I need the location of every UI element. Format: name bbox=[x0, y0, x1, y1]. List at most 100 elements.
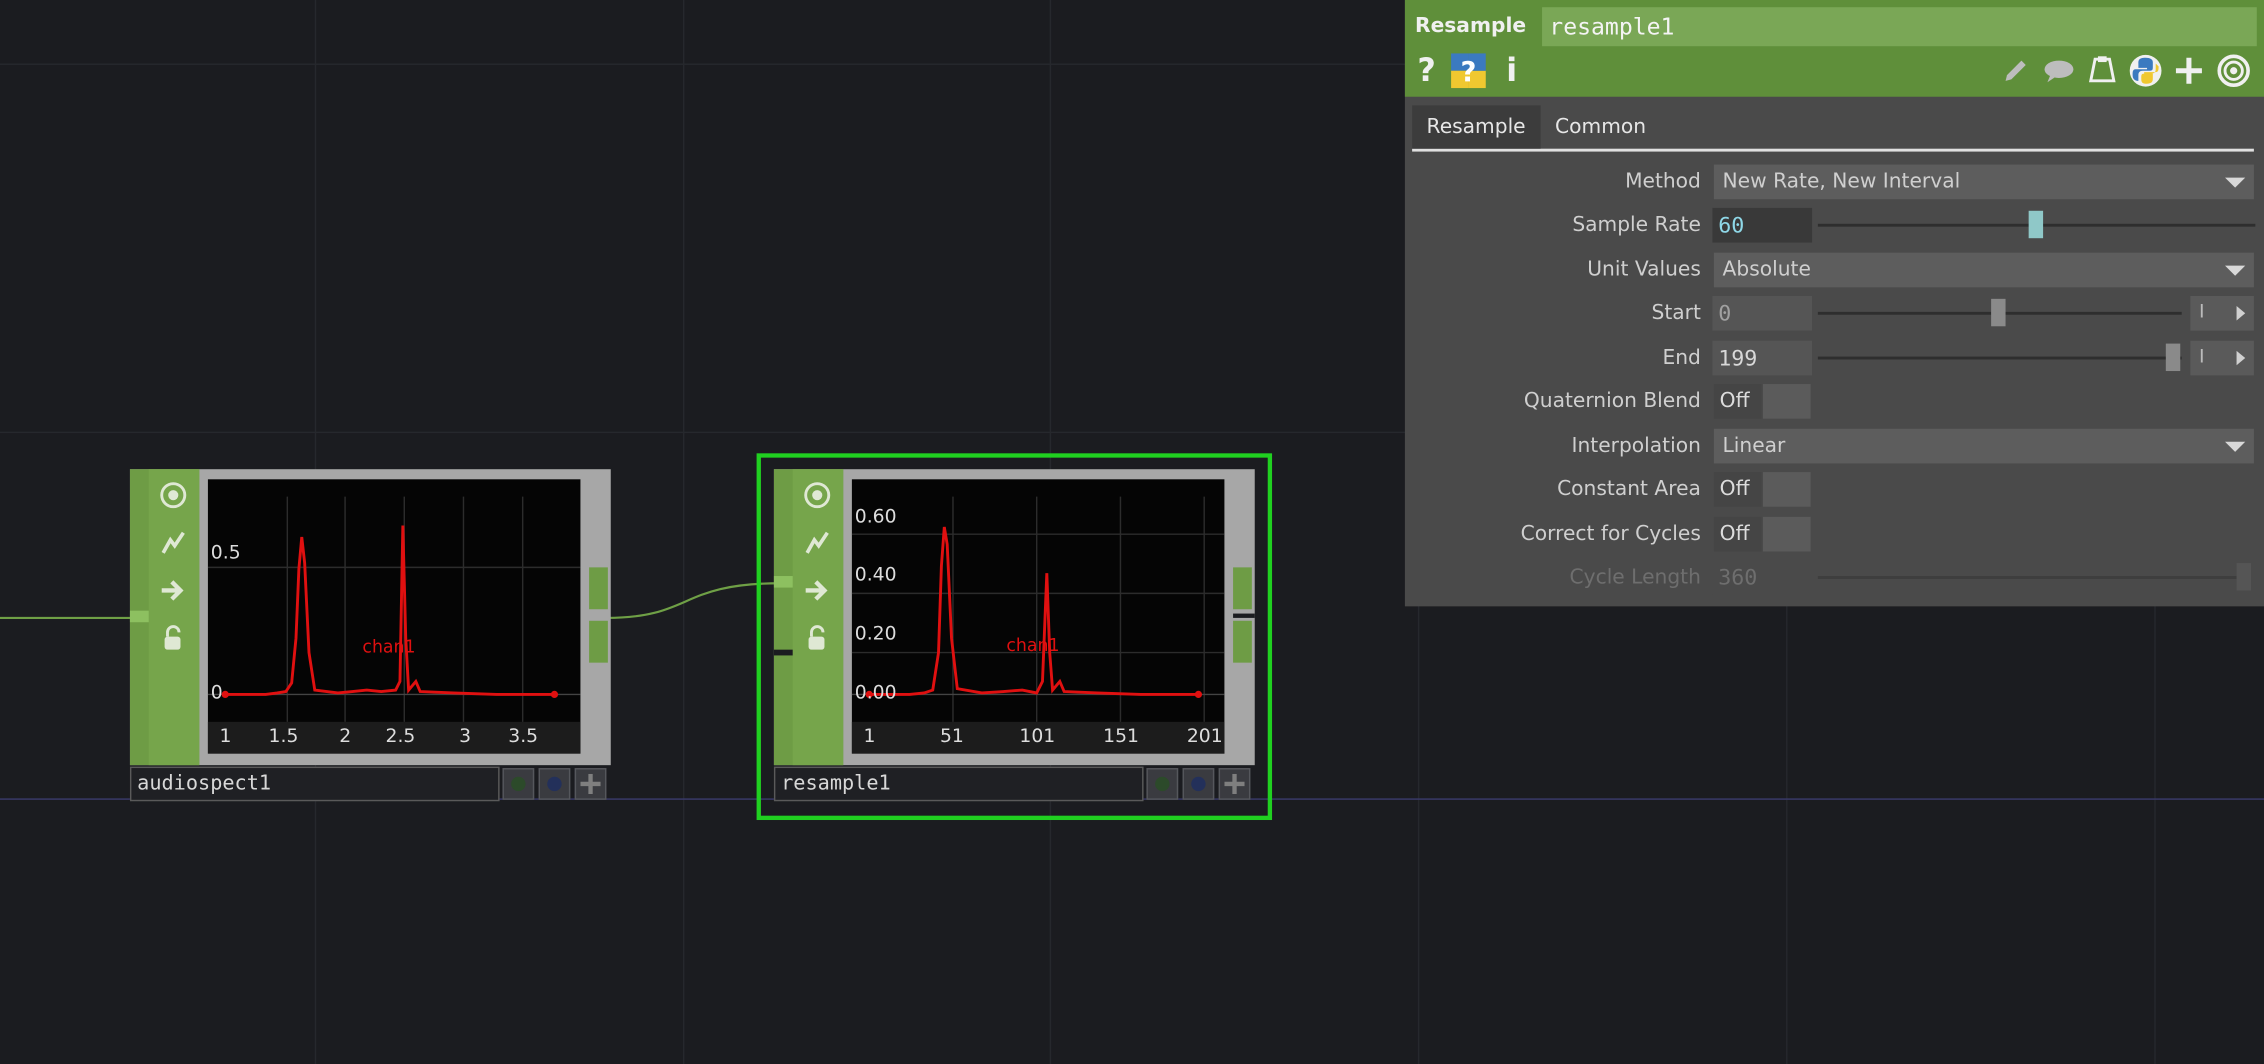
sample-rate-slider-handle[interactable] bbox=[2028, 210, 2044, 239]
param-label: Sample Rate bbox=[1572, 213, 1701, 237]
channel-label: chan1 bbox=[1006, 635, 1060, 656]
end-slider-track[interactable] bbox=[1817, 356, 2182, 360]
viewer-icon[interactable] bbox=[2215, 52, 2253, 90]
viewer-toggle-icon[interactable] bbox=[149, 472, 197, 517]
param-correct-for-cycles: Correct for Cycles Off bbox=[1405, 515, 2264, 553]
display-flag-icon[interactable] bbox=[1182, 768, 1215, 800]
cook-flag-icon[interactable] bbox=[1146, 768, 1179, 800]
output-connector[interactable] bbox=[1233, 620, 1252, 663]
x-tick-label: 3.5 bbox=[508, 726, 539, 748]
viewer-toggle-icon[interactable] bbox=[793, 472, 841, 517]
unit-label: I bbox=[2199, 301, 2205, 324]
python-help-icon[interactable]: ? bbox=[1450, 52, 1488, 90]
operator-node-audiospect1[interactable]: 0.5 0 chan1 1 1.5 2 2.5 3 3.5 audiospect… bbox=[129, 469, 612, 804]
y-tick-label: 0.40 bbox=[854, 564, 897, 587]
x-tick-label: 2.5 bbox=[385, 726, 416, 748]
param-start: Start 0 I bbox=[1405, 295, 2264, 333]
end-slider-handle[interactable] bbox=[2165, 343, 2181, 372]
bypass-icon[interactable] bbox=[149, 567, 197, 612]
parameter-panel: Resample resample1 ? ? i Resample Common… bbox=[1404, 0, 2264, 607]
cycle-length-slider-track bbox=[1817, 576, 2237, 579]
param-label: Unit Values bbox=[1587, 258, 1701, 282]
end-unit-menu[interactable]: I bbox=[2190, 340, 2254, 376]
plus-icon[interactable] bbox=[2170, 52, 2208, 90]
constant-area-switch[interactable] bbox=[1762, 472, 1811, 507]
bypass-icon[interactable] bbox=[793, 567, 841, 612]
constant-area-toggle[interactable]: Off bbox=[1713, 472, 1762, 507]
cycle-length-field: 360 bbox=[1712, 560, 1813, 595]
export-icon[interactable] bbox=[149, 520, 197, 565]
param-label: Method bbox=[1625, 170, 1701, 194]
param-method: Method New Rate, New Interval bbox=[1405, 163, 2264, 201]
x-tick-label: 1 bbox=[863, 726, 876, 748]
quaternion-blend-toggle[interactable]: Off bbox=[1713, 384, 1762, 419]
x-tick-label: 2 bbox=[339, 726, 352, 748]
chevron-down-icon bbox=[2225, 265, 2246, 276]
interpolation-dropdown[interactable]: Linear bbox=[1713, 428, 2254, 464]
operator-node-resample1[interactable]: 0.60 0.40 0.20 0.00 chan1 1 51 101 151 2… bbox=[773, 469, 1256, 804]
start-slider-handle[interactable] bbox=[1991, 298, 2006, 327]
quaternion-blend-switch[interactable] bbox=[1762, 384, 1811, 419]
lock-icon[interactable] bbox=[149, 615, 197, 660]
tab-resample[interactable]: Resample bbox=[1412, 105, 1541, 149]
node-name-label[interactable]: audiospect1 bbox=[129, 766, 500, 802]
y-tick-label: 0.5 bbox=[210, 542, 241, 565]
sample-rate-field[interactable]: 60 bbox=[1712, 207, 1813, 243]
channel-viewer: 0.5 0 chan1 1 1.5 2 2.5 3 3.5 bbox=[207, 479, 581, 754]
export-icon[interactable] bbox=[793, 520, 841, 565]
cook-flag-icon[interactable] bbox=[502, 768, 535, 800]
operator-name-field[interactable]: resample1 bbox=[1542, 7, 2257, 47]
render-flag-icon[interactable] bbox=[574, 768, 607, 800]
input-bracket bbox=[773, 649, 795, 656]
output-bracket bbox=[1233, 613, 1255, 618]
chevron-right-icon bbox=[2236, 306, 2246, 321]
output-connector[interactable] bbox=[589, 567, 608, 610]
tab-common[interactable]: Common bbox=[1541, 105, 1661, 148]
panel-header: Resample resample1 ? ? i bbox=[1404, 0, 2264, 97]
y-tick-label: 0 bbox=[210, 682, 223, 705]
input-connector[interactable] bbox=[773, 576, 795, 588]
clipboard-icon[interactable] bbox=[2084, 52, 2122, 90]
help-icon[interactable]: ? bbox=[1408, 52, 1446, 90]
unit-values-dropdown[interactable]: Absolute bbox=[1713, 252, 2254, 288]
display-flag-icon[interactable] bbox=[538, 768, 571, 800]
output-connector[interactable] bbox=[1233, 567, 1252, 610]
param-unit-values: Unit Values Absolute bbox=[1405, 251, 2264, 289]
dropdown-value: Linear bbox=[1722, 434, 1786, 458]
x-tick-label: 3 bbox=[459, 726, 472, 748]
correct-for-cycles-switch[interactable] bbox=[1762, 516, 1811, 552]
correct-for-cycles-toggle[interactable]: Off bbox=[1713, 516, 1762, 552]
method-dropdown[interactable]: New Rate, New Interval bbox=[1713, 164, 2254, 200]
python-icon[interactable] bbox=[2127, 52, 2165, 90]
unit-label: I bbox=[2199, 346, 2205, 369]
comment-icon[interactable] bbox=[2040, 52, 2078, 90]
x-axis-labels: 1 51 101 151 201 bbox=[851, 721, 1225, 754]
connection-wire[interactable] bbox=[606, 582, 780, 619]
pencil-icon[interactable] bbox=[1997, 52, 2035, 90]
start-unit-menu[interactable]: I bbox=[2190, 295, 2254, 331]
param-constant-area: Constant Area Off bbox=[1405, 471, 2264, 509]
channel-viewer: 0.60 0.40 0.20 0.00 chan1 1 51 101 151 2… bbox=[851, 479, 1225, 754]
lock-icon[interactable] bbox=[793, 615, 841, 660]
param-sample-rate: Sample Rate 60 bbox=[1405, 206, 2264, 244]
y-tick-label: 0.00 bbox=[854, 682, 897, 705]
param-quaternion-blend: Quaternion Blend Off bbox=[1405, 383, 2264, 421]
cycle-length-slider-handle bbox=[2236, 563, 2252, 591]
parameter-tabs: Resample Common bbox=[1412, 105, 2254, 152]
chevron-down-icon bbox=[2225, 441, 2246, 452]
param-end: End 199 I bbox=[1405, 339, 2264, 377]
node-name-label[interactable]: resample1 bbox=[773, 766, 1144, 802]
channel-label: chan1 bbox=[362, 636, 416, 657]
render-flag-icon[interactable] bbox=[1218, 768, 1251, 800]
x-tick-label: 201 bbox=[1186, 726, 1223, 748]
info-icon[interactable]: i bbox=[1493, 52, 1531, 90]
end-field[interactable]: 199 bbox=[1712, 340, 1813, 376]
dropdown-value: New Rate, New Interval bbox=[1722, 170, 1961, 194]
x-tick-label: 151 bbox=[1103, 726, 1139, 748]
output-connector[interactable] bbox=[589, 620, 608, 663]
input-connector[interactable] bbox=[129, 610, 151, 623]
node-action-strip bbox=[129, 469, 200, 766]
start-field[interactable]: 0 bbox=[1712, 295, 1813, 331]
x-tick-label: 1.5 bbox=[268, 726, 299, 748]
x-tick-label: 1 bbox=[219, 726, 232, 748]
